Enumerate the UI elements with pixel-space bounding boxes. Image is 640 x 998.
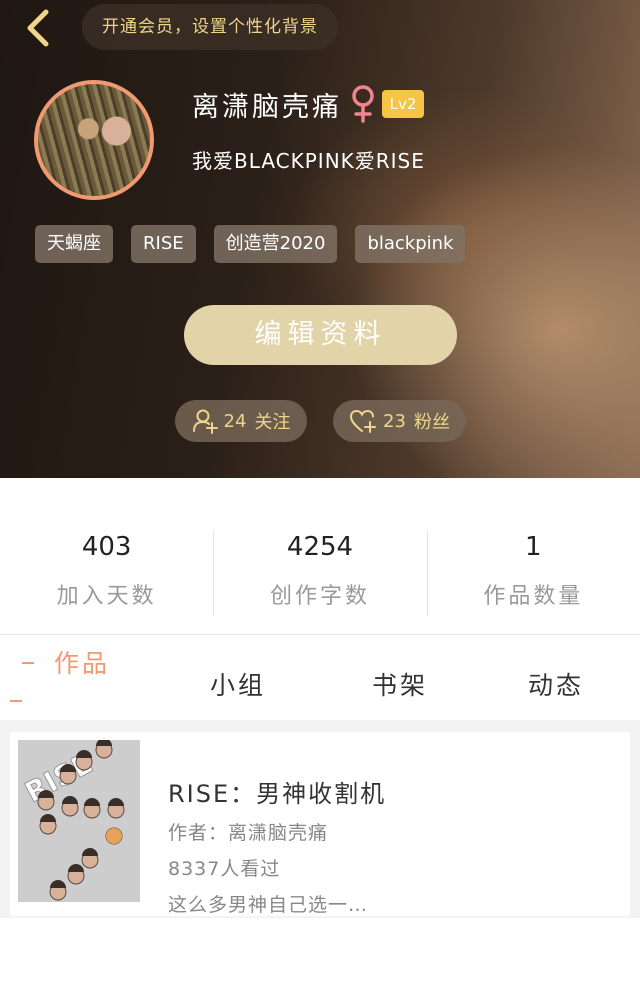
stat-label: 作品数量 xyxy=(483,584,584,609)
tab-groups[interactable]: 小组 xyxy=(210,666,266,702)
list-footer xyxy=(0,918,640,998)
tab-feed[interactable]: 动态 xyxy=(528,666,584,702)
nickname: 离潇脑壳痛 xyxy=(192,91,342,123)
tag-list: 天蝎座 RISE 创造营2020 blackpink xyxy=(35,225,483,263)
profile-tabs: 作品 小组 书架 动态 xyxy=(0,640,640,720)
tab-bookshelf[interactable]: 书架 xyxy=(372,666,428,702)
following-label: 关注 xyxy=(254,412,291,433)
fans-label: 粉丝 xyxy=(413,412,450,433)
chevron-left-icon xyxy=(27,9,49,47)
tag-item[interactable]: blackpink xyxy=(355,225,466,263)
signature: 我爱BLACKPINK爱RISE xyxy=(192,149,425,173)
tab-works[interactable]: 作品 xyxy=(54,644,110,680)
stat-value: 4254 xyxy=(286,532,354,562)
stat-join-days: 403 加入天数 xyxy=(0,528,213,618)
fans-count: 23 xyxy=(383,410,406,432)
heart-plus-icon xyxy=(350,409,377,433)
stat-works-count: 1 作品数量 xyxy=(426,528,640,618)
stat-label: 加入天数 xyxy=(56,584,157,609)
works-list: RISE RISE：男神收割机 作者：离潇脑壳痛 8337人看过 这么多男神自己… xyxy=(0,720,640,998)
active-tab-marker xyxy=(10,700,22,702)
following-count: 24 xyxy=(223,410,247,432)
stat-value: 403 xyxy=(81,532,132,562)
work-views: 8337人看过 xyxy=(168,858,281,880)
avatar[interactable] xyxy=(34,80,154,200)
back-button[interactable] xyxy=(18,8,58,48)
tag-item[interactable]: 创造营2020 xyxy=(213,225,338,263)
work-description: 这么多男神自己选一… xyxy=(168,894,369,916)
tag-item[interactable]: 天蝎座 xyxy=(35,225,113,263)
vip-background-banner[interactable]: 开通会员，设置个性化背景 xyxy=(82,4,338,50)
cover-image: RISE xyxy=(18,740,140,902)
profile-header: 开通会员，设置个性化背景 离潇脑壳痛 Lv2 我爱BLACKPINK爱RISE … xyxy=(0,0,640,478)
female-icon xyxy=(352,85,374,123)
stat-word-count: 4254 创作字数 xyxy=(213,528,426,618)
stat-value: 1 xyxy=(525,532,542,562)
add-user-icon xyxy=(192,409,218,434)
list-item[interactable]: RISE RISE：男神收割机 作者：离潇脑壳痛 8337人看过 这么多男神自己… xyxy=(10,732,630,916)
work-author: 作者：离潇脑壳痛 xyxy=(168,822,329,844)
tag-item[interactable]: RISE xyxy=(131,225,196,263)
stat-label: 创作字数 xyxy=(269,584,370,609)
nickname-row: 离潇脑壳痛 Lv2 xyxy=(192,84,424,124)
edit-profile-button[interactable]: 编辑资料 xyxy=(184,305,457,365)
work-title: RISE：男神收割机 xyxy=(168,780,387,808)
active-tab-marker xyxy=(22,662,34,664)
work-cover: RISE xyxy=(18,740,140,902)
fans-button[interactable]: 23 粉丝 xyxy=(333,400,466,442)
level-badge: Lv2 xyxy=(382,90,424,118)
stats-row: 403 加入天数 4254 创作字数 1 作品数量 xyxy=(0,528,640,618)
following-button[interactable]: 24 关注 xyxy=(175,400,307,442)
divider xyxy=(0,634,640,635)
